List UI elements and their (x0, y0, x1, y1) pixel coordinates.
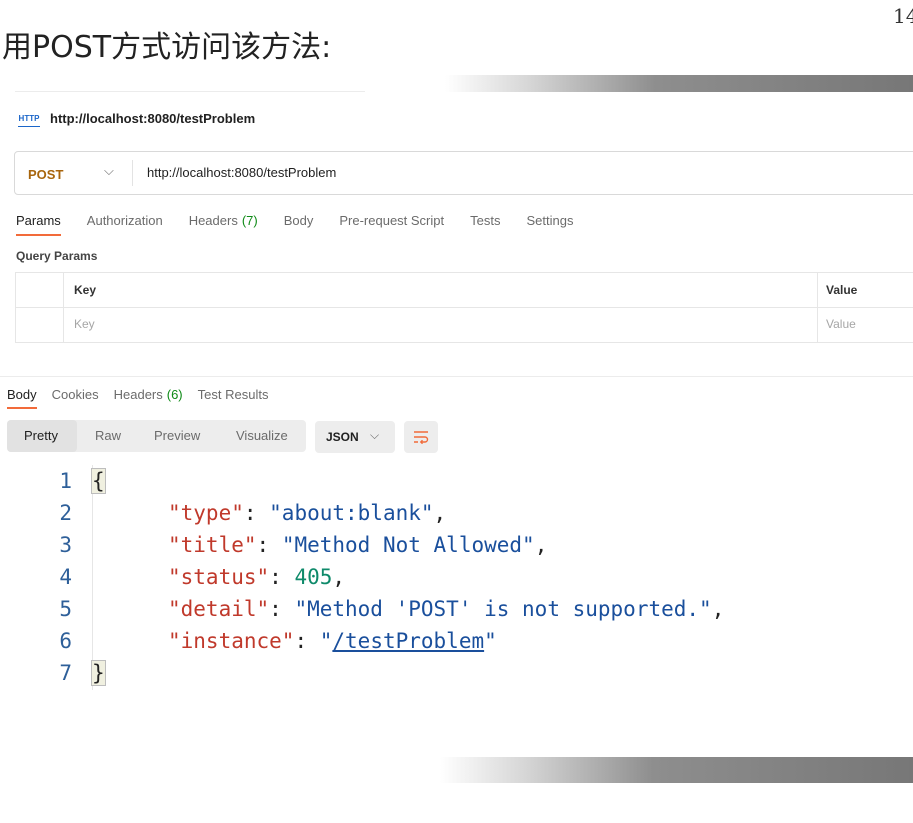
tab-response-headers[interactable]: Headers (6) (114, 387, 183, 402)
page-number: 14 (893, 4, 913, 28)
close-brace: } (91, 660, 106, 686)
chevron-down-icon: ⌵ (370, 428, 380, 442)
tab-authorization[interactable]: Authorization (87, 213, 163, 228)
json-key: "status" (168, 565, 270, 589)
preview-button[interactable]: Preview (154, 428, 200, 443)
json-key: "detail" (168, 597, 270, 621)
url-divider (132, 160, 133, 186)
code-line: "type": "about:blank", (168, 501, 447, 525)
tab-cookies[interactable]: Cookies (52, 387, 99, 402)
request-name[interactable]: http://localhost:8080/testProblem (50, 111, 255, 126)
code-line: "status": 405, (168, 565, 346, 589)
decorative-bar-bottom (440, 757, 913, 783)
code-line: "detail": "Method 'POST' is not supporte… (168, 597, 725, 621)
line-number: 3 (59, 533, 72, 557)
json-key: "instance" (168, 629, 295, 653)
table-divider (817, 272, 818, 343)
response-tabs: Body Cookies Headers (6) Test Results (7, 387, 283, 409)
line-number: 4 (59, 565, 72, 589)
json-value: "Method Not Allowed" (281, 533, 535, 557)
line-number: 7 (59, 661, 72, 685)
tab-response-headers-label: Headers (113, 387, 163, 402)
json-key: "title" (168, 533, 257, 557)
line-number: 5 (59, 597, 72, 621)
tab-headers[interactable]: Headers (7) (189, 213, 258, 228)
column-header-value: Value (826, 283, 858, 297)
code-line: "title": "Method Not Allowed", (168, 533, 548, 557)
tab-response-body[interactable]: Body (7, 387, 37, 409)
slide-title: 用POST方式访问该方法: (2, 30, 332, 65)
json-key: "type" (168, 501, 244, 525)
code-line: "instance": "/testProblem" (168, 629, 497, 653)
query-params-label: Query Params (16, 249, 98, 263)
tab-params[interactable]: Params (16, 213, 61, 236)
visualize-button[interactable]: Visualize (236, 428, 288, 443)
line-number: 1 (59, 469, 72, 493)
response-headers-count-badge: (6) (166, 387, 183, 402)
headers-count-badge: (7) (241, 213, 258, 228)
request-tabs: Params Authorization Headers (7) Body Pre… (16, 213, 599, 236)
wrap-lines-glyph (414, 431, 429, 444)
wrap-lines-icon[interactable] (404, 421, 438, 453)
tab-tests[interactable]: Tests (470, 213, 500, 228)
url-input[interactable]: http://localhost:8080/testProblem (147, 165, 336, 180)
column-header-key: Key (74, 283, 97, 297)
line-number: 2 (59, 501, 72, 525)
table-divider (63, 272, 64, 343)
raw-button[interactable]: Raw (95, 428, 121, 443)
tab-settings[interactable]: Settings (526, 213, 573, 228)
response-divider (0, 376, 913, 377)
decorative-bar-top (445, 75, 913, 92)
open-brace: { (91, 468, 106, 494)
line-number: 6 (59, 629, 72, 653)
json-value: "about:blank" (269, 501, 434, 525)
json-value: "Method 'POST' is not supported." (294, 597, 712, 621)
tab-prerequest-script[interactable]: Pre-request Script (339, 213, 444, 228)
method-select[interactable]: POST (28, 167, 63, 182)
param-key-input[interactable]: Key (74, 317, 95, 331)
code-gutter-line (92, 465, 93, 690)
instance-link[interactable]: /testProblem (332, 629, 484, 653)
param-value-input[interactable]: Value (826, 317, 856, 331)
tab-body[interactable]: Body (284, 213, 314, 228)
table-divider (15, 307, 913, 308)
tab-test-results[interactable]: Test Results (198, 387, 269, 402)
tab-headers-label: Headers (188, 213, 238, 228)
chevron-down-icon[interactable]: ⌵ (104, 163, 114, 179)
divider (15, 91, 365, 92)
json-value: 405 (294, 565, 333, 589)
pretty-button[interactable]: Pretty (24, 428, 58, 443)
format-select-value: JSON (326, 430, 359, 444)
http-icon: HTTP (18, 111, 40, 127)
